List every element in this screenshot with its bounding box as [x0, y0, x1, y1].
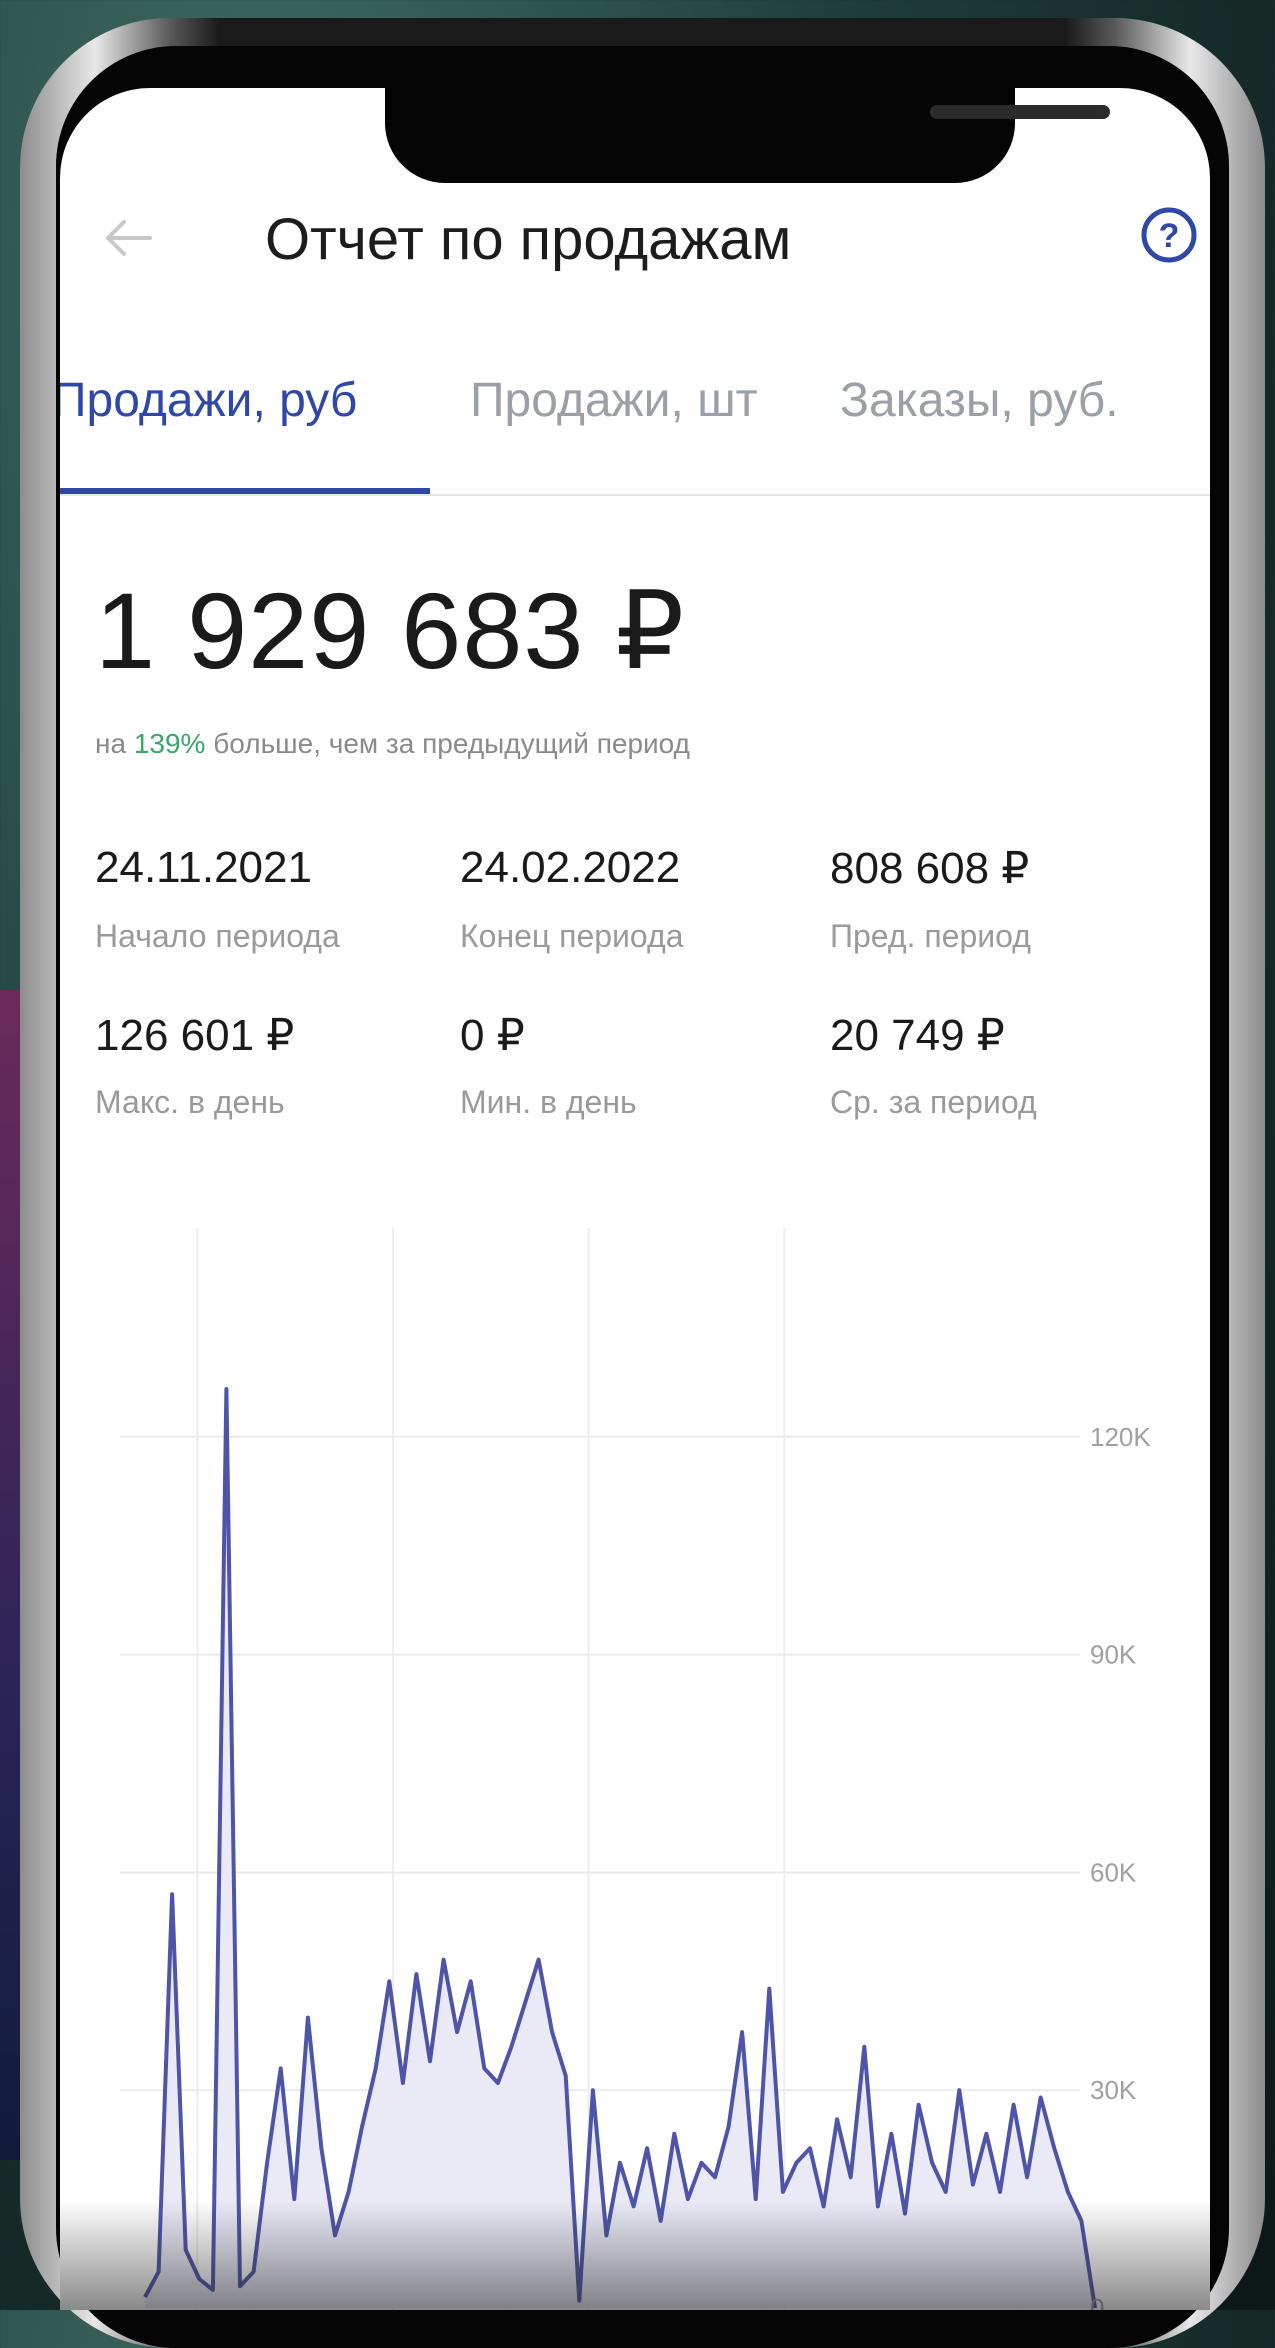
- stat-start-date: 24.11.2021: [95, 843, 312, 892]
- question-circle-icon[interactable]: ?: [1140, 206, 1198, 264]
- stat-end-date-label: Конец периода: [460, 918, 684, 954]
- sales-total: 1 929 683 ₽: [95, 570, 686, 691]
- stat-max-day: 126 601 ₽: [95, 1011, 295, 1060]
- tab-sales-rub[interactable]: Продажи, руб: [60, 373, 357, 428]
- stat-avg-period: 20 749 ₽: [830, 1011, 1005, 1060]
- speaker-grille: [930, 105, 1110, 119]
- stat-prev-period-label: Пред. период: [830, 918, 1031, 954]
- sales-chart[interactable]: 030K60K90K120K: [60, 1228, 1210, 2310]
- phone-notch: [385, 88, 1110, 183]
- tab-divider: [60, 494, 1210, 496]
- comparison-percent: 139%: [133, 728, 206, 759]
- y-tick-label: 90K: [1090, 1640, 1137, 1670]
- stat-prev-period: 808 608 ₽: [830, 844, 1030, 893]
- tab-orders-rub[interactable]: Заказы, руб.: [840, 373, 1119, 428]
- y-tick-label: 60K: [1090, 1857, 1137, 1887]
- stat-min-day: 0 ₽: [460, 1011, 525, 1060]
- comparison-suffix: больше, чем за предыдущий период: [205, 728, 690, 759]
- stat-avg-period-label: Ср. за период: [830, 1084, 1037, 1120]
- svg-text:?: ?: [1159, 217, 1180, 255]
- stat-max-day-label: Макс. в день: [95, 1084, 285, 1120]
- y-tick-label: 30K: [1090, 2075, 1137, 2105]
- tab-sales-units[interactable]: Продажи, шт: [470, 373, 758, 428]
- y-tick-label: 120K: [1090, 1422, 1151, 1452]
- page-title: Отчет по продажам: [265, 207, 792, 272]
- comparison-prefix: на: [95, 728, 134, 759]
- stat-min-day-label: Мин. в день: [460, 1084, 637, 1120]
- bottom-fade: [60, 2200, 1210, 2310]
- stat-end-date: 24.02.2022: [460, 843, 681, 892]
- tab-bar: Продажи, руб Продажи, шт Заказы, руб.: [60, 373, 1210, 453]
- comparison-text: на 139% больше, чем за предыдущий период: [95, 728, 690, 760]
- app-screen: Отчет по продажам ? Продажи, руб Продажи…: [60, 88, 1210, 2310]
- stat-start-date-label: Начало периода: [95, 918, 340, 954]
- arrow-left-icon[interactable]: [98, 208, 158, 268]
